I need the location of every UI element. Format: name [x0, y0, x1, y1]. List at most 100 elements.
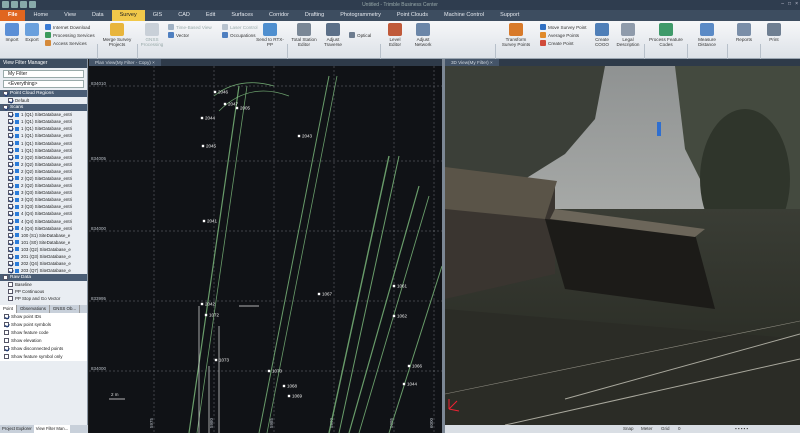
tab-cad[interactable]: CAD: [170, 10, 198, 21]
checkbox[interactable]: [8, 190, 13, 196]
scan-item[interactable]: 4 (Q4) SiteDatabase_entri: [0, 218, 87, 225]
tab-survey[interactable]: Survey: [111, 10, 145, 21]
checkbox[interactable]: [8, 218, 13, 224]
scan-item[interactable]: 2 (Q2) SiteDatabase_entri: [0, 175, 87, 182]
average-points-button[interactable]: Average Points: [540, 32, 579, 38]
checkbox[interactable]: [8, 239, 13, 245]
checkbox[interactable]: [3, 91, 8, 96]
checkbox[interactable]: [8, 147, 13, 153]
access-services-button[interactable]: Access Services: [45, 40, 87, 46]
checkbox[interactable]: [8, 296, 13, 302]
tab-data[interactable]: Data: [84, 10, 112, 21]
scan-item[interactable]: 2 (Q2) SiteDatabase_entri: [0, 161, 87, 168]
checkbox[interactable]: [8, 154, 13, 160]
checkbox[interactable]: [4, 322, 9, 328]
display-option[interactable]: Show feature code: [0, 329, 87, 337]
gnss-processing-button[interactable]: GNSS Processing: [140, 23, 164, 47]
scan-item[interactable]: 2 (Q2) SiteDatabase_entri: [0, 182, 87, 189]
scan-item[interactable]: 1 (Q1) SiteDatabase_entri: [0, 118, 87, 125]
survey-point-label[interactable]: 1061: [397, 284, 408, 289]
checkbox[interactable]: [8, 232, 13, 238]
close-icon[interactable]: ×: [795, 1, 798, 7]
checkbox[interactable]: [8, 225, 13, 231]
checkbox[interactable]: [3, 105, 8, 111]
unit-indicator[interactable]: Meter: [641, 425, 653, 433]
checkbox[interactable]: [8, 254, 13, 260]
legal-description-button[interactable]: Legal Description: [615, 23, 641, 47]
send-to-rtx-button[interactable]: Send to RTX-PP: [256, 23, 284, 47]
checkbox[interactable]: [8, 126, 13, 132]
window-controls[interactable]: – □ ×: [781, 1, 798, 7]
tab-support[interactable]: Support: [492, 10, 527, 21]
raw-data-item[interactable]: Baseline: [0, 281, 87, 288]
plan-view[interactable]: Plan View(My Filter - Copy) × 834010 8340…: [89, 59, 442, 433]
checkbox[interactable]: [8, 268, 13, 274]
checkbox[interactable]: [8, 112, 13, 118]
plan-view-canvas[interactable]: 8340108340058340008339958340005975 5980 59…: [89, 66, 442, 433]
import-button[interactable]: Import: [3, 23, 21, 42]
level-editor-button[interactable]: Level Editor: [383, 23, 407, 47]
reports-button[interactable]: Reports: [731, 23, 757, 42]
transform-survey-points-button[interactable]: Transform Survey Points: [498, 23, 534, 47]
move-survey-point-button[interactable]: Move Survey Point: [540, 24, 587, 30]
plan-view-tab[interactable]: Plan View(My Filter - Copy) ×: [89, 59, 161, 66]
scan-item[interactable]: 1 (Q1) SiteDatabase_entri: [0, 125, 87, 132]
footer-tab[interactable]: Project Explorer: [0, 425, 34, 433]
survey-point-label[interactable]: 2046: [218, 90, 229, 95]
processing-services-button[interactable]: Processing Services: [45, 32, 95, 38]
checkbox[interactable]: [8, 282, 13, 288]
checkbox[interactable]: [8, 261, 13, 267]
scan-item[interactable]: 103 (Q2) SiteDatabase_e: [0, 246, 87, 253]
3d-view[interactable]: 3D View(My Filter) ×: [445, 59, 800, 425]
scan-item[interactable]: 100 (S1) SiteDatabase_e: [0, 232, 87, 239]
scan-item[interactable]: 1 (Q1) SiteDatabase_entri: [0, 111, 87, 118]
checkbox[interactable]: [4, 346, 9, 352]
adjust-network-button[interactable]: Adjust Network: [409, 23, 437, 47]
tab-corridor[interactable]: Corridor: [261, 10, 297, 21]
region-item[interactable]: Default: [0, 97, 87, 104]
print-button[interactable]: Print: [763, 23, 785, 42]
checkbox[interactable]: [8, 204, 13, 210]
section-point-cloud-regions[interactable]: Point Cloud Regions: [0, 90, 87, 97]
display-option[interactable]: Show feature symbol only: [0, 353, 87, 361]
optical-button[interactable]: Optical: [349, 32, 371, 38]
scan-item[interactable]: 3 (Q3) SiteDatabase_entri: [0, 189, 87, 196]
property-tab[interactable]: GNSS Ob...: [50, 304, 81, 313]
display-option[interactable]: Show point IDs: [0, 313, 87, 321]
scan-item[interactable]: 3 (Q3) SiteDatabase_entri: [0, 196, 87, 203]
checkbox[interactable]: [8, 98, 13, 104]
raw-data-item[interactable]: PP Stop and Go Vector: [0, 295, 87, 302]
checkbox[interactable]: [4, 330, 9, 336]
occupations-button[interactable]: Occupations: [222, 32, 256, 38]
maximize-icon[interactable]: □: [788, 1, 791, 7]
total-station-editor-button[interactable]: Total Station Editor: [290, 23, 318, 47]
grid-indicator[interactable]: Grid: [661, 425, 670, 433]
create-cogo-button[interactable]: Create COGO: [591, 23, 613, 47]
vector-button[interactable]: Vector: [168, 32, 189, 38]
3d-view-tab[interactable]: 3D View(My Filter) ×: [445, 59, 499, 66]
scan-item[interactable]: 3 (Q3) SiteDatabase_entri: [0, 203, 87, 210]
checkbox[interactable]: [8, 175, 13, 181]
survey-point-label[interactable]: 2042: [205, 302, 216, 307]
scan-item[interactable]: 2 (Q2) SiteDatabase_entri: [0, 154, 87, 161]
display-option[interactable]: Show point symbols: [0, 321, 87, 329]
survey-point-label[interactable]: 1072: [209, 313, 220, 318]
export-button[interactable]: Export: [23, 23, 41, 42]
scan-item[interactable]: 203 (Q7) SiteDatabase_e: [0, 267, 87, 274]
survey-point-label[interactable]: 2047: [228, 102, 239, 107]
raw-data-item[interactable]: PP Continuous: [0, 288, 87, 295]
survey-point-label[interactable]: 2005: [240, 106, 251, 111]
checkbox[interactable]: [4, 314, 9, 320]
checkbox[interactable]: [8, 289, 13, 295]
tab-home[interactable]: Home: [25, 10, 56, 21]
survey-point-label[interactable]: 1068: [287, 384, 298, 389]
scan-item[interactable]: 202 (Q4) SiteDatabase_e: [0, 260, 87, 267]
everything-select[interactable]: <Everything>: [3, 80, 84, 88]
survey-point-label[interactable]: 2044: [205, 116, 216, 121]
laser-control-button[interactable]: Laser Control: [222, 24, 258, 30]
survey-point-label[interactable]: 1066: [412, 364, 423, 369]
property-tab[interactable]: Observations: [17, 304, 50, 313]
checkbox[interactable]: [8, 140, 13, 146]
tab-drafting[interactable]: Drafting: [297, 10, 332, 21]
survey-point-label[interactable]: 1073: [219, 358, 230, 363]
